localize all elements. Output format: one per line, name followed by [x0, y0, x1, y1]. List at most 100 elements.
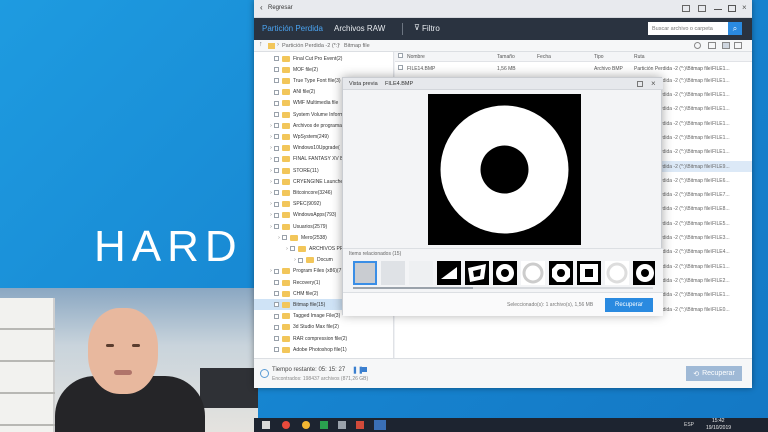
search-icon: ⌕ [732, 23, 738, 33]
item-checkbox[interactable] [274, 112, 279, 117]
breadcrumb-partition[interactable]: Partición Perdida -2 (*:) [282, 43, 339, 49]
back-label[interactable]: Regresar [268, 5, 293, 11]
maximize-icon[interactable] [728, 5, 736, 12]
item-checkbox[interactable] [274, 168, 279, 173]
app-icon-4[interactable] [338, 421, 346, 429]
item-checkbox[interactable] [274, 134, 279, 140]
search-input[interactable] [648, 22, 728, 35]
app-icon-1[interactable] [282, 421, 290, 429]
tree-item[interactable]: RAR compression file(2) [254, 333, 393, 344]
item-checkbox[interactable] [274, 201, 279, 207]
restore-icon[interactable] [698, 5, 706, 12]
folder-icon [268, 43, 275, 49]
select-all-checkbox[interactable] [398, 53, 403, 58]
clock-time[interactable]: 15:42 [712, 418, 725, 424]
col-name[interactable]: Nombre [407, 54, 497, 60]
col-size[interactable]: Tamaño [497, 54, 537, 60]
thumb-11[interactable] [633, 261, 655, 285]
related-label: Items relacionados (15) [349, 251, 402, 257]
recover-button[interactable]: Recuperar [605, 298, 653, 312]
item-checkbox[interactable] [274, 302, 279, 308]
item-checkbox[interactable] [274, 324, 279, 330]
menu-icon[interactable] [682, 5, 690, 12]
language-indicator[interactable]: ESP [684, 422, 694, 428]
thumb-scrollbar[interactable] [353, 287, 653, 289]
item-checkbox[interactable] [274, 179, 279, 185]
minimize-icon[interactable] [714, 9, 722, 10]
col-path[interactable]: Ruta [634, 54, 744, 60]
app-icon-3[interactable] [320, 421, 328, 429]
item-checkbox[interactable] [274, 347, 279, 353]
item-checkbox[interactable] [274, 190, 279, 196]
item-checkbox[interactable] [274, 336, 279, 341]
filter-icon[interactable]: ⊽ [414, 23, 420, 32]
folder-icon [282, 133, 290, 140]
col-type[interactable]: Tipo [594, 54, 634, 60]
thumb-1[interactable] [353, 261, 377, 285]
start-icon[interactable] [262, 421, 270, 429]
item-checkbox[interactable] [274, 67, 279, 73]
item-checkbox[interactable] [274, 89, 279, 95]
item-checkbox[interactable] [274, 280, 279, 285]
tab-lost-partition[interactable]: Partición Perdida [262, 24, 323, 33]
thumb-10[interactable] [605, 261, 629, 285]
item-checkbox[interactable] [290, 246, 295, 252]
maximize-icon[interactable] [637, 81, 643, 87]
search-button[interactable]: ⌕ [728, 22, 742, 35]
item-checkbox[interactable] [274, 313, 279, 319]
back-arrow-icon[interactable]: ‹ [260, 3, 263, 12]
thumb-3[interactable] [409, 261, 433, 285]
close-icon[interactable]: × [742, 3, 747, 12]
chrome-icon[interactable] [302, 421, 310, 429]
item-checkbox[interactable] [274, 123, 279, 129]
folder-icon [282, 66, 290, 73]
item-checkbox[interactable] [274, 156, 279, 162]
tree-item-label: Adobe Photoshop file(1) [293, 346, 347, 353]
tree-item-label: CRYENGINE Launche [293, 178, 344, 185]
thumb-8[interactable] [549, 261, 573, 285]
item-checkbox[interactable] [274, 212, 279, 218]
up-arrow-icon[interactable]: ↑ [259, 41, 263, 48]
thumb-6[interactable] [493, 261, 517, 285]
tree-item-label: Docum [317, 257, 333, 264]
item-checkbox[interactable] [298, 257, 303, 263]
file-path: Partición Perdida -2 (*:)\Bitmap file\FI… [634, 65, 730, 72]
stop-icon[interactable] [362, 367, 367, 372]
item-checkbox[interactable] [274, 291, 279, 297]
app-icon-5[interactable] [356, 421, 364, 429]
clock-date[interactable]: 19/10/2019 [706, 425, 731, 431]
breadcrumb-bitmap[interactable]: Bitmap file [344, 43, 370, 49]
tree-item[interactable]: MOF file(2) [254, 64, 393, 75]
filter-button[interactable]: Filtro [422, 24, 440, 33]
item-checkbox[interactable] [274, 268, 279, 274]
item-checkbox[interactable] [274, 224, 279, 229]
detail-view-icon[interactable] [734, 42, 742, 49]
table-row[interactable]: FILE14.BMP 1,56 MB Archivo BMP Partición Pe… [395, 63, 752, 75]
tree-item-label: Recovery(1) [293, 279, 321, 286]
tab-raw-files[interactable]: Archivos RAW [334, 24, 385, 33]
col-date[interactable]: Fecha [537, 54, 594, 60]
item-checkbox[interactable] [274, 100, 279, 106]
thumb-4[interactable] [437, 261, 461, 285]
thumb-9[interactable] [577, 261, 601, 285]
close-icon[interactable]: × [651, 79, 656, 88]
folder-icon [282, 100, 290, 107]
divider [402, 23, 403, 35]
tree-item[interactable]: Adobe Photoshop file(1) [254, 344, 393, 355]
item-checkbox[interactable] [282, 235, 287, 241]
chevron-right-icon: › [277, 42, 279, 48]
item-checkbox[interactable] [274, 56, 279, 61]
thumb-2[interactable] [381, 261, 405, 285]
settings-icon[interactable] [694, 42, 701, 49]
grid-view-icon[interactable] [708, 42, 716, 49]
recover-button-main[interactable]: ⟲ Recuperar [686, 366, 742, 381]
thumb-7[interactable] [521, 261, 545, 285]
app-icon-active[interactable] [374, 420, 386, 430]
item-checkbox[interactable] [274, 78, 279, 84]
item-checkbox[interactable] [274, 145, 279, 151]
tree-item[interactable]: Final Cut Pro Event(2) [254, 53, 393, 64]
row-checkbox[interactable] [398, 65, 403, 71]
tree-item[interactable]: 3d Studio Max file(2) [254, 322, 393, 333]
list-view-icon[interactable] [722, 42, 730, 49]
thumb-5[interactable] [465, 261, 489, 285]
